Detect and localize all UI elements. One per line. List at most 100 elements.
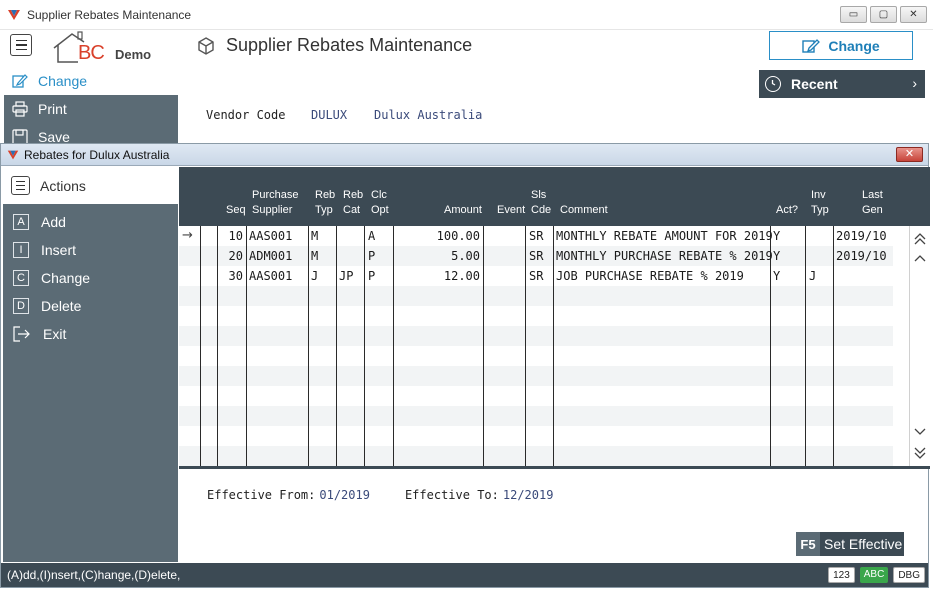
col-header-supplier-2[interactable]: Supplier: [252, 203, 292, 218]
debug-badge[interactable]: DBG: [893, 567, 925, 583]
cell-invtyp[interactable]: J: [809, 266, 816, 286]
dialog-title: Rebates for Dulux Australia: [24, 147, 170, 162]
outer-sidebar: Change Print Save: [4, 67, 178, 147]
grid-header: Seq Purchase Supplier Reb Typ Reb Cat Cl…: [179, 167, 930, 226]
cell-comment[interactable]: MONTHLY REBATE AMOUNT FOR 2019: [556, 226, 773, 246]
actions-header[interactable]: Actions: [3, 167, 178, 204]
action-label: Delete: [41, 298, 82, 314]
col-header-clcopt-2[interactable]: Opt: [371, 203, 389, 218]
empty-row[interactable]: [179, 386, 893, 406]
cell-clcopt[interactable]: P: [368, 266, 375, 286]
empty-row[interactable]: [179, 406, 893, 426]
cell-act[interactable]: Y: [773, 266, 780, 286]
col-header-slscde-2[interactable]: Cde: [531, 203, 551, 218]
dialog-close-button[interactable]: ✕: [896, 147, 923, 162]
actions-label: Actions: [40, 177, 86, 194]
status-text: (A)dd,(I)nsert,(C)hange,(D)elete,: [7, 568, 181, 582]
cell-supplier[interactable]: AAS001: [249, 266, 292, 286]
cell-rebtyp[interactable]: J: [311, 266, 318, 286]
col-header-event[interactable]: Event: [497, 203, 525, 218]
action-delete[interactable]: D Delete: [3, 292, 178, 320]
grid-scrollbar[interactable]: [909, 226, 930, 466]
cell-seq[interactable]: 30: [217, 266, 243, 286]
cell-amount[interactable]: 100.00: [393, 226, 480, 246]
col-header-lastgen-2[interactable]: Gen: [862, 203, 883, 218]
col-header-slscde-1: Sls: [531, 189, 547, 201]
col-header-seq[interactable]: Seq: [226, 203, 246, 218]
scroll-bottom-icon[interactable]: [913, 446, 927, 460]
window-titlebar: Supplier Rebates Maintenance ▭ ▢ ✕: [0, 0, 933, 30]
action-insert[interactable]: I Insert: [3, 236, 178, 264]
cell-amount[interactable]: 12.00: [393, 266, 480, 286]
col-header-invtyp-1: Inv: [811, 189, 826, 201]
chevron-right-icon: ›: [912, 75, 917, 91]
action-label: Change: [41, 270, 91, 286]
scroll-down-icon[interactable]: [913, 424, 927, 438]
empty-row[interactable]: [179, 366, 893, 386]
set-effective-label: Set Effective: [824, 536, 903, 552]
cell-slscde[interactable]: SR: [529, 266, 543, 286]
change-button[interactable]: Change: [769, 31, 913, 60]
cell-rebtyp[interactable]: M: [311, 246, 318, 266]
window-controls: ▭ ▢ ✕: [840, 6, 927, 23]
cell-slscde[interactable]: SR: [529, 246, 543, 266]
empty-row[interactable]: [179, 346, 893, 366]
action-label: Add: [41, 214, 66, 230]
status-badges: 123 ABC DBG: [828, 567, 925, 583]
col-header-rebcat-2[interactable]: Cat: [343, 203, 360, 218]
cell-comment[interactable]: MONTHLY PURCHASE REBATE % 2019: [556, 246, 773, 266]
col-header-rebcat-1: Reb: [343, 189, 364, 201]
menu-icon: [11, 176, 30, 195]
cell-comment[interactable]: JOB PURCHASE REBATE % 2019: [556, 266, 744, 286]
scroll-up-icon[interactable]: [913, 252, 927, 266]
cell-lastgen[interactable]: 2019/10: [836, 226, 887, 246]
key-i-icon: I: [13, 242, 29, 258]
empty-row[interactable]: [179, 326, 893, 346]
edit-icon: [12, 74, 28, 88]
cell-clcopt[interactable]: P: [368, 246, 375, 266]
action-change[interactable]: C Change: [3, 264, 178, 292]
cell-supplier[interactable]: AAS001: [249, 226, 292, 246]
cell-supplier[interactable]: ADM001: [249, 246, 292, 266]
key-a-icon: A: [13, 214, 29, 230]
restore-button[interactable]: ▢: [870, 6, 897, 23]
action-exit[interactable]: Exit: [3, 320, 178, 348]
close-button[interactable]: ✕: [900, 6, 927, 23]
empty-row[interactable]: [179, 426, 893, 446]
minimize-button[interactable]: ▭: [840, 6, 867, 23]
rebates-dialog: Rebates for Dulux Australia ✕ Actions A …: [0, 143, 930, 588]
key-d-icon: D: [13, 298, 29, 314]
cell-clcopt[interactable]: A: [368, 226, 375, 246]
scroll-top-icon[interactable]: [913, 232, 927, 246]
menu-icon[interactable]: [10, 34, 32, 56]
col-header-comment[interactable]: Comment: [560, 203, 608, 218]
empty-row[interactable]: [179, 306, 893, 326]
cell-amount[interactable]: 5.00: [393, 246, 480, 266]
action-add[interactable]: A Add: [3, 208, 178, 236]
recent-button[interactable]: Recent ›: [759, 70, 925, 98]
set-effective-button[interactable]: F5 Set Effective: [796, 532, 904, 556]
printer-icon: [12, 101, 28, 117]
cell-lastgen[interactable]: 2019/10: [836, 246, 887, 266]
cell-slscde[interactable]: SR: [529, 226, 543, 246]
empty-row[interactable]: [179, 446, 893, 466]
empty-row[interactable]: [179, 286, 893, 306]
key-c-icon: C: [13, 270, 29, 286]
cell-rebtyp[interactable]: M: [311, 226, 318, 246]
effective-from-value: 01/2019: [319, 488, 370, 502]
cell-seq[interactable]: 10: [217, 226, 243, 246]
cell-rebcat[interactable]: JP: [339, 266, 353, 286]
cell-act[interactable]: Y: [773, 246, 780, 266]
cell-seq[interactable]: 20: [217, 246, 243, 266]
grid-footer-line: [179, 466, 930, 469]
cell-act[interactable]: Y: [773, 226, 780, 246]
sidebar-item-print[interactable]: Print: [4, 95, 178, 123]
caps-mode-badge[interactable]: ABC: [859, 567, 889, 583]
col-header-act[interactable]: Act?: [776, 203, 798, 218]
clock-icon: [765, 76, 781, 92]
col-header-rebtyp-2[interactable]: Typ: [315, 203, 333, 218]
col-header-amount[interactable]: Amount: [444, 203, 482, 218]
numeric-mode-badge[interactable]: 123: [828, 567, 855, 583]
col-header-invtyp-2[interactable]: Typ: [811, 203, 829, 218]
sidebar-item-change[interactable]: Change: [4, 67, 178, 95]
